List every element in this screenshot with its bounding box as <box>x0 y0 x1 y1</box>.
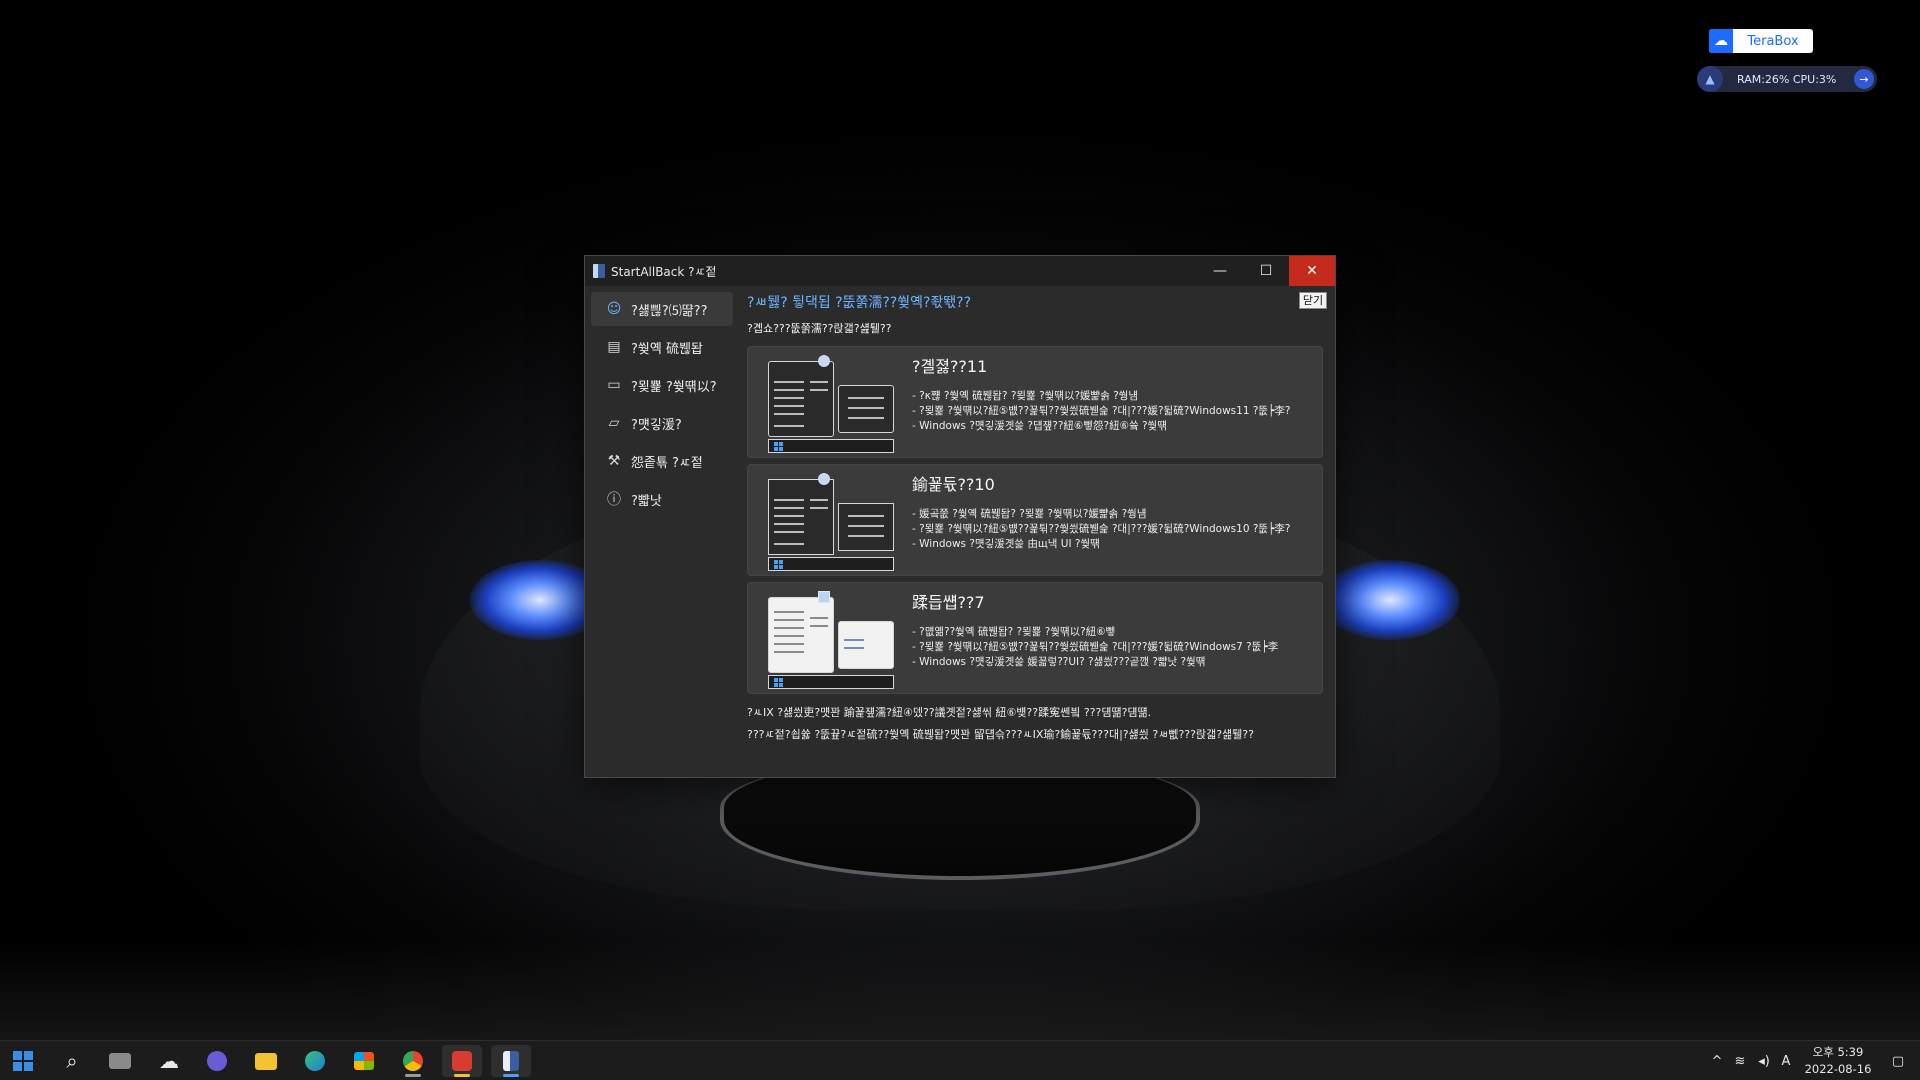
style-card-description: - ?먮옒??쒖옉 硫붾돱? ?묒뾽 ?쒖떆以?紐⑥뼇 - ?묒뾽 ?쒖떆以?紐… <box>912 626 1279 668</box>
style-card-win10[interactable]: 鍮꾩듃??10 - 媛곸쭚 ?쒖옉 硫붾돱? ?묒뾽 ?쒖떆以?媛뺥솕 ?쒕냼 … <box>747 464 1323 576</box>
style-card-description: - 媛곸쭚 ?쒖옉 硫붾돱? ?묒뾽 ?쒖떆以?媛뺥솕 ?쒕냼 - ?묒뾽 ?쒖… <box>912 508 1291 550</box>
edge-button[interactable] <box>295 1045 335 1077</box>
app-red-button[interactable] <box>442 1045 482 1077</box>
style-card-win11[interactable]: ?곌졇??11 - ?κ쨶 ?쒖옉 硫붾돱? ?묒뾽 ?쒖떆以?媛뺥솕 ?쒕냼 … <box>747 346 1323 458</box>
smile-icon: ☺ <box>606 301 622 317</box>
windows-logo-icon <box>774 678 783 687</box>
style-preview-win7 <box>768 591 894 689</box>
page-subtitle: ?곕쇼???뚮쭑濡??랁갧?섎퉬?? <box>747 322 892 335</box>
store-icon <box>354 1052 374 1070</box>
folder-icon <box>255 1052 277 1070</box>
chrome-button[interactable] <box>393 1045 433 1077</box>
page-title: ?ㅽ뒗? 뒿댁됩 ?뚮쭑濡??쒖옉?좏뙋?? <box>747 295 972 311</box>
start-button[interactable] <box>3 1045 43 1077</box>
system-monitor-text: RAM:26% CPU:3% <box>1737 72 1837 86</box>
sidebar-item-label: ?쒖옉 硫붾돱 <box>631 341 703 357</box>
style-card-title: ?곌졇??11 <box>912 357 988 376</box>
wallpaper-ground <box>0 940 1920 1040</box>
wifi-icon[interactable]: ≋ <box>1728 1054 1752 1069</box>
sidebar-item-welcome[interactable]: ☺ ?섏쁺?⑸땲?? <box>591 292 733 326</box>
sidebar-item-label: ?뺣낫 <box>631 493 662 509</box>
style-card-win7[interactable]: 蹂듭썝??7 - ?먮옒??쒖옉 硫붾돱? ?묒뾽 ?쒖떆以?紐⑥뼇 - ?묒뾽… <box>747 582 1323 694</box>
info-icon: ⓘ <box>607 492 621 508</box>
startallback-settings-window: StartAllBack ?ㅼ젙 — ☐ ✕ ☺ ?섏쁺?⑸땲?? ▤ ?쒖옉 … <box>584 255 1336 778</box>
windows-logo-icon <box>774 442 783 451</box>
maximize-icon: ☐ <box>1259 263 1273 279</box>
weather-icon: ☁ <box>159 1049 179 1073</box>
system-tray: ^ ≋ ◂) A <box>1706 1041 1796 1080</box>
chrome-icon <box>403 1051 423 1071</box>
window-title: StartAllBack ?ㅼ젙 <box>611 264 717 279</box>
task-view-button[interactable] <box>100 1045 140 1077</box>
folder-icon: ▱ <box>608 415 620 431</box>
windows-logo-icon <box>13 1051 33 1071</box>
sidebar-item-start-menu[interactable]: ▤ ?쒖옉 硫붾돱 <box>591 330 733 364</box>
edge-icon <box>305 1051 325 1071</box>
sidebar-item-about[interactable]: ⓘ ?뺣낫 <box>591 482 733 516</box>
chat-button[interactable] <box>197 1045 237 1077</box>
ime-indicator[interactable]: A <box>1776 1054 1796 1069</box>
terabox-widget[interactable]: ☁ TeraBox <box>1709 29 1813 53</box>
notification-button[interactable]: ▢ <box>1886 1041 1910 1080</box>
sidebar-item-label: ?묒뾽 ?쒖떆以? <box>631 379 717 395</box>
windows-logo-icon <box>774 560 783 569</box>
sidebar-item-explorer[interactable]: ▱ ?먯깋湲? <box>591 406 733 440</box>
style-card-title: 鍮꾩듃??10 <box>912 475 995 494</box>
style-card-description: - ?κ쨶 ?쒖옉 硫붾돱? ?묒뾽 ?쒖떆以?媛뺥솕 ?쒕냼 - ?묒뾽 ?쒖… <box>912 390 1291 432</box>
settings-sidebar: ☺ ?섏쁺?⑸땲?? ▤ ?쒖옉 硫붾돱 ▭ ?묒뾽 ?쒖떆以? ▱ ?먯깋湲?… <box>591 292 733 520</box>
window-titlebar[interactable]: StartAllBack ?ㅼ젙 — ☐ ✕ <box>585 256 1335 286</box>
startallback-button[interactable] <box>491 1045 531 1077</box>
volume-icon[interactable]: ◂) <box>1752 1054 1776 1069</box>
sidebar-item-label: 怨좉툒 ?ㅼ젙 <box>631 455 703 471</box>
start-menu-icon: ▤ <box>607 339 621 355</box>
rocket-icon: ▲ <box>1697 66 1723 92</box>
clock-date: 2022-08-16 <box>1804 1062 1872 1076</box>
maximize-button[interactable]: ☐ <box>1243 256 1289 286</box>
sidebar-item-taskbar[interactable]: ▭ ?묒뾽 ?쒖떆以? <box>591 368 733 402</box>
taskbar-icon: ▭ <box>607 377 621 393</box>
search-button[interactable]: ⌕ <box>52 1045 92 1077</box>
sidebar-item-label: ?먯깋湲? <box>631 417 682 433</box>
sidebar-item-label: ?섏쁺?⑸땲?? <box>631 303 708 319</box>
search-icon: ⌕ <box>66 1049 78 1073</box>
task-view-icon <box>109 1053 131 1069</box>
footnote-text: ?ㅻIX ?섏씠吏?먯꽌 踰꾩쟾濡?紐④뎄??議곗젙?섏씪 紐⑥뱾??蹂寃쏀빀 … <box>747 706 1152 719</box>
style-card-title: 蹂듭썝??7 <box>912 593 985 612</box>
style-preview-win11 <box>768 355 894 453</box>
startallback-app-icon <box>593 264 605 278</box>
weather-widget-button[interactable]: ☁ <box>149 1045 189 1077</box>
clock[interactable]: 오후 5:39 2022-08-16 <box>1800 1044 1876 1078</box>
system-monitor-widget[interactable]: ▲ RAM:26% CPU:3% → <box>1697 66 1877 92</box>
close-icon: ✕ <box>1306 263 1318 279</box>
settings-content: ?ㅽ뒗? 뒿댁됩 ?뚮쭑濡??쒖옉?좏뙋?? 닫기 ?곕쇼???뚮쭑濡??랁갧?… <box>747 292 1329 742</box>
minimize-icon: — <box>1213 263 1227 279</box>
minimize-button[interactable]: — <box>1197 256 1243 286</box>
close-tooltip: 닫기 <box>1299 292 1327 309</box>
wallpaper-grille <box>720 760 1200 880</box>
chat-icon <box>207 1051 227 1071</box>
sidebar-item-advanced[interactable]: ⚒ 怨좉툒 ?ㅼ젙 <box>591 444 733 478</box>
style-preview-win10 <box>768 473 894 571</box>
terabox-label: TeraBox <box>1747 33 1799 49</box>
notification-icon: ▢ <box>1891 1053 1905 1069</box>
clock-time: 오후 5:39 <box>1812 1045 1864 1059</box>
wrench-icon: ⚒ <box>607 453 621 469</box>
store-button[interactable] <box>344 1045 384 1077</box>
red-app-icon <box>452 1051 472 1071</box>
file-explorer-button[interactable] <box>246 1045 286 1077</box>
arrow-right-icon[interactable]: → <box>1854 69 1874 89</box>
taskbar: ⌕ ☁ ^ ≋ ◂) A 오후 5:39 2022-08-16 ▢ <box>0 1040 1920 1080</box>
wallpaper-headlight-right <box>1320 560 1460 640</box>
close-button[interactable]: ✕ <box>1289 256 1335 286</box>
cloud-upload-icon: ☁ <box>1709 29 1733 53</box>
footnote-text: ???ㅼ젙?쇱쓣 ?뚮끂?ㅼ젙硫??쒖옉 硫붾돱?먯꽌 留덉슦???ㅻIX瑜?鍮… <box>747 728 1254 741</box>
startallback-icon <box>503 1051 519 1071</box>
chevron-up-icon[interactable]: ^ <box>1706 1054 1728 1069</box>
